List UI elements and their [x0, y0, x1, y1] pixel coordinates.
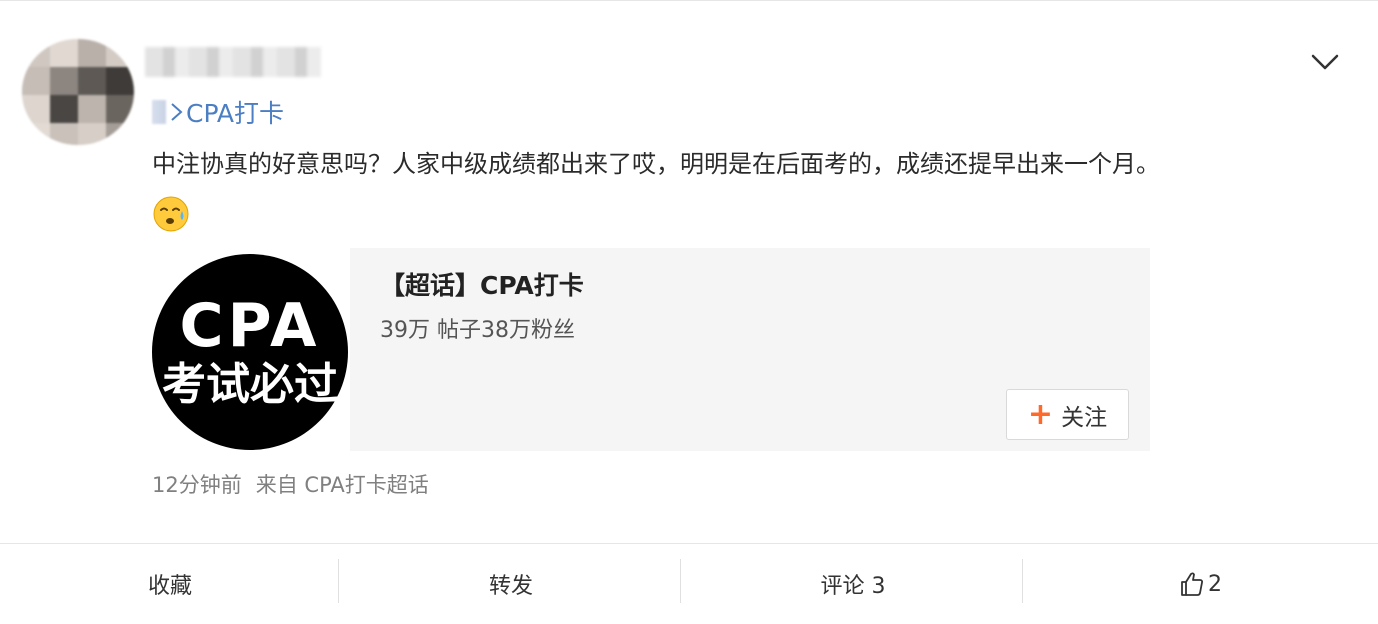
- chevron-right-icon: [171, 103, 183, 121]
- repost-button[interactable]: 转发: [340, 544, 682, 624]
- avatar[interactable]: [22, 39, 134, 145]
- topic-logo-line1: CPA: [179, 291, 321, 361]
- post-source[interactable]: 来自 CPA打卡超话: [256, 473, 429, 497]
- repost-label: 转发: [488, 574, 533, 599]
- topic-logo[interactable]: CPA 考试必过: [152, 248, 350, 451]
- redacted-chip: [152, 100, 166, 124]
- follow-label: 关注: [1061, 404, 1108, 431]
- sweat-face-emoji-icon: [153, 196, 189, 232]
- thumbs-up-icon: [1181, 572, 1203, 596]
- post-meta: 12分钟前 来自 CPA打卡超话: [152, 469, 429, 499]
- plus-icon: +: [1027, 396, 1054, 432]
- topic-card[interactable]: CPA 考试必过 【超话】CPA打卡 39万 帖子38万粉丝 + 关注: [152, 248, 1150, 451]
- comment-button[interactable]: 评论 3: [682, 544, 1024, 624]
- post-text: 中注协真的好意思吗？人家中级成绩都出来了哎，明明是在后面考的，成绩还提早出来一个…: [152, 150, 1160, 178]
- source-topic-label: CPA打卡: [186, 99, 285, 128]
- comment-label: 评论 3: [820, 574, 886, 599]
- action-divider: [680, 559, 681, 603]
- action-bar: 收藏 转发 评论 3 2: [0, 543, 1378, 623]
- favorite-label: 收藏: [147, 574, 192, 599]
- like-button[interactable]: 2: [1024, 544, 1378, 624]
- topic-title[interactable]: 【超话】CPA打卡: [380, 266, 584, 302]
- weibo-post-card: CPA打卡 中注协真的好意思吗？人家中级成绩都出来了哎，明明是在后面考的，成绩还…: [0, 0, 1378, 622]
- action-divider: [1022, 559, 1023, 603]
- source-topic-link[interactable]: CPA打卡: [152, 96, 284, 128]
- topic-logo-line2: 考试必过: [162, 359, 338, 410]
- username-redacted[interactable]: [145, 47, 321, 77]
- action-divider: [338, 559, 339, 603]
- follow-button[interactable]: + 关注: [1006, 389, 1129, 440]
- topic-stats: 39万 帖子38万粉丝: [380, 318, 575, 343]
- favorite-button[interactable]: 收藏: [0, 544, 340, 624]
- chevron-down-icon[interactable]: [1308, 49, 1342, 75]
- like-count: 2: [1208, 571, 1222, 597]
- post-time[interactable]: 12分钟前: [152, 473, 242, 497]
- topic-logo-circle: CPA 考试必过: [152, 254, 348, 450]
